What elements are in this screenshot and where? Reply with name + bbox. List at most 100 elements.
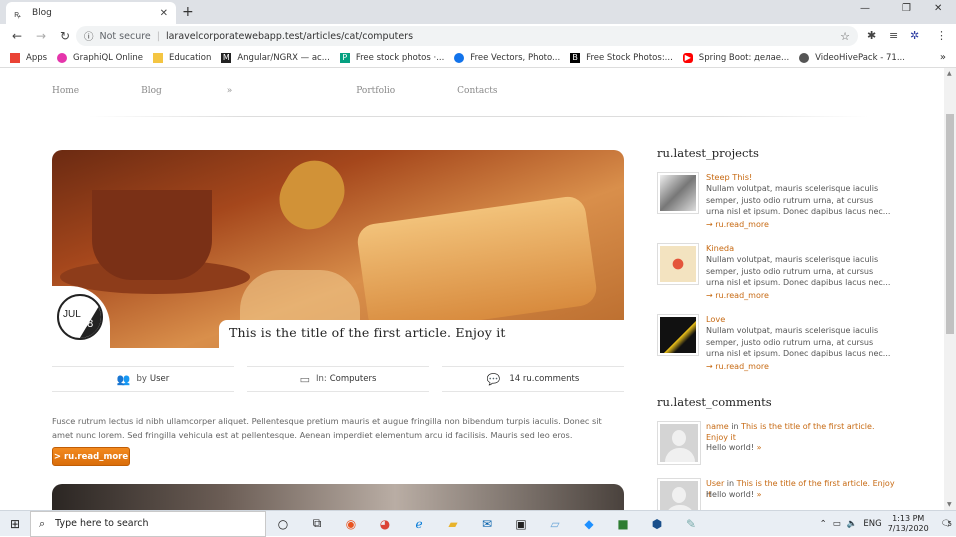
- bookmark-label: Education: [169, 52, 212, 63]
- meta-author: 👥 by User: [52, 366, 234, 392]
- minimize-icon[interactable]: —: [860, 3, 870, 14]
- bookmark-free-stock[interactable]: P Free stock photos ·...: [339, 52, 445, 63]
- bookmark-videohive[interactable]: VideoHivePack - 71...: [799, 52, 905, 63]
- close-window-icon[interactable]: ✕: [934, 3, 942, 14]
- tools-icon[interactable]: ✎: [674, 511, 708, 537]
- project-desc: Nullam volutpat, mauris scelerisque iacu…: [706, 184, 891, 216]
- page-scrollbar[interactable]: ▲ ▼: [944, 68, 956, 510]
- bookmark-label: VideoHivePack - 71...: [815, 52, 905, 63]
- nav-contacts[interactable]: Contacts: [457, 86, 497, 96]
- article-title[interactable]: This is the title of the first article. …: [219, 320, 624, 340]
- apps-grid-icon: [10, 52, 20, 63]
- network-icon[interactable]: ▭: [833, 519, 841, 529]
- scroll-up-icon[interactable]: ▲: [947, 70, 952, 77]
- close-tab-icon[interactable]: ✕: [160, 8, 168, 19]
- jetbrains-icon[interactable]: ■: [606, 511, 640, 537]
- profile-icon[interactable]: ✲: [910, 29, 919, 42]
- language-indicator[interactable]: ENG: [863, 519, 881, 529]
- project-read-more[interactable]: → ru.read_more: [706, 220, 769, 229]
- virtualbox-icon[interactable]: ⬢: [640, 511, 674, 537]
- bookmark-angular[interactable]: M Angular/NGRX — ас...: [221, 52, 330, 63]
- bookmark-free-vectors[interactable]: Free Vectors, Photo...: [454, 52, 561, 63]
- new-tab-icon[interactable]: +: [182, 4, 194, 20]
- store-icon[interactable]: ◆: [572, 511, 606, 537]
- avatar-body: [665, 448, 695, 462]
- meta-category: ▭ In: Computers: [247, 366, 429, 392]
- forward-icon[interactable]: →: [34, 29, 48, 43]
- comment-text: Hello world!: [706, 443, 755, 452]
- bookmark-star-icon[interactable]: ☆: [840, 30, 850, 43]
- bookmark-stock-photos[interactable]: B Free Stock Photos:...: [570, 52, 673, 63]
- comment-author[interactable]: name: [706, 422, 729, 431]
- article-hero-image[interactable]: [52, 150, 624, 348]
- bookmark-graphiql[interactable]: GraphiQL Online: [57, 52, 144, 63]
- comment-more-arrow[interactable]: »: [757, 443, 762, 452]
- extensions-icon[interactable]: ✱: [867, 29, 876, 42]
- scrollbar-thumb[interactable]: [946, 114, 954, 334]
- comment-header: name in This is the title of the first a…: [706, 421, 896, 443]
- project-read-more[interactable]: → ru.read_more: [706, 291, 769, 300]
- tab-blog[interactable]: ꝶ Blog ✕: [6, 2, 176, 24]
- nav-home[interactable]: Home: [52, 86, 79, 96]
- scroll-down-icon[interactable]: ▼: [947, 501, 952, 508]
- bookmark-label: Free Vectors, Photo...: [470, 52, 561, 63]
- windows-start-icon[interactable]: ⊞: [0, 517, 30, 531]
- tray-chevron-icon[interactable]: ⌃: [820, 519, 827, 529]
- reload-icon[interactable]: ↻: [58, 29, 72, 43]
- mail-icon[interactable]: ✉: [470, 511, 504, 537]
- project-read-more[interactable]: → ru.read_more: [706, 362, 769, 371]
- comment-item: name in This is the title of the first a…: [657, 421, 897, 478]
- task-view-icon[interactable]: ⧉: [300, 511, 334, 537]
- bookmark-label: GraphiQL Online: [73, 52, 144, 63]
- bookmark-education[interactable]: Education: [153, 52, 212, 63]
- volume-icon[interactable]: 🔈: [847, 519, 858, 529]
- comments-link[interactable]: 14 ru.comments: [509, 374, 579, 384]
- nav-portfolio[interactable]: Portfolio: [356, 86, 395, 96]
- app-icon[interactable]: ▱: [538, 511, 572, 537]
- comment-in: in: [726, 479, 735, 488]
- cortana-icon[interactable]: ○: [266, 511, 300, 537]
- ubuntu-icon[interactable]: ◉: [334, 511, 368, 537]
- article-excerpt: Fusce rutrum lectus id nibh ullamcorper …: [52, 416, 602, 440]
- media-queue-icon[interactable]: ≡: [889, 29, 898, 42]
- address-bar[interactable]: ⓘ Not secure | laravelcorporatewebapp.te…: [76, 26, 858, 46]
- project-thumbnail[interactable]: [657, 243, 699, 285]
- edge-icon[interactable]: ℯ: [402, 511, 436, 537]
- comment-more-arrow[interactable]: »: [757, 490, 762, 499]
- project-desc: Nullam volutpat, mauris scelerisque iacu…: [706, 255, 891, 287]
- nav-blog[interactable]: Blog »: [141, 86, 294, 96]
- author-link[interactable]: User: [150, 374, 169, 384]
- file-explorer-icon[interactable]: ▰: [436, 511, 470, 537]
- not-secure-label: Not secure: [99, 30, 151, 42]
- menu-kebab-icon[interactable]: ⋮: [936, 29, 947, 42]
- bookmarks-bar: Apps GraphiQL Online Education M Angular/…: [0, 48, 956, 68]
- read-more-button[interactable]: > ru.read_more: [52, 447, 130, 466]
- by-label: by: [136, 374, 147, 384]
- project-title[interactable]: Steep This!: [706, 172, 752, 182]
- project-desc: Nullam volutpat, mauris scelerisque iacu…: [706, 326, 891, 358]
- back-icon[interactable]: ←: [10, 29, 24, 43]
- bookmarks-overflow-icon[interactable]: »: [940, 52, 946, 63]
- project-title[interactable]: Kineda: [706, 243, 734, 253]
- comment-avatar: [657, 421, 701, 465]
- nav-divider: [88, 116, 868, 117]
- clock[interactable]: 1:13 PM 7/13/2020: [888, 514, 929, 534]
- bookmark-spring[interactable]: ▶ Spring Boot: делае...: [682, 52, 789, 63]
- bookmark-label: Apps: [26, 52, 48, 63]
- project-thumbnail[interactable]: [657, 172, 699, 214]
- clock-date: 7/13/2020: [887, 524, 929, 533]
- chrome-icon[interactable]: ◕: [368, 511, 402, 537]
- taskbar-search[interactable]: ⌕ Type here to search: [30, 510, 266, 537]
- bookmark-label: Free Stock Photos:...: [586, 52, 673, 63]
- hero-honey-dipper: [268, 150, 356, 241]
- project-thumbnail[interactable]: [657, 314, 699, 356]
- terminal-icon[interactable]: ▣: [504, 511, 538, 537]
- category-link[interactable]: Computers: [330, 374, 377, 384]
- maximize-icon[interactable]: ❐: [902, 3, 911, 14]
- second-article-image[interactable]: [52, 484, 624, 510]
- bookmark-apps[interactable]: Apps: [10, 52, 48, 63]
- info-icon[interactable]: ⓘ: [84, 29, 94, 43]
- bookmark-label: Free stock photos ·...: [355, 52, 445, 63]
- project-title[interactable]: Love: [706, 314, 725, 324]
- comment-author[interactable]: User: [706, 479, 724, 488]
